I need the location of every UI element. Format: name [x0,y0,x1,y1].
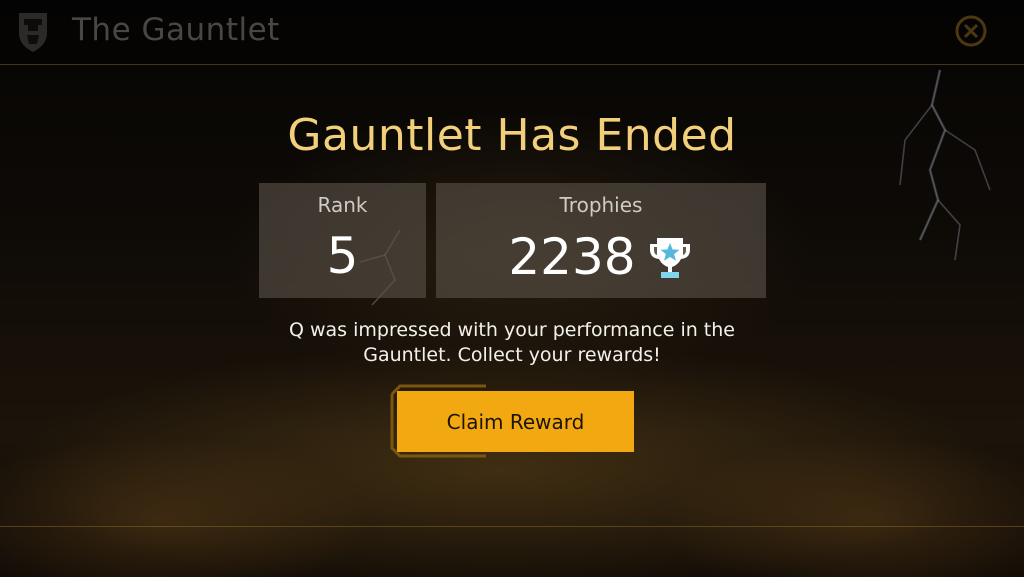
gauntlet-ended-screen: The Gauntlet Gauntlet Has Ended Rank 5 T… [0,0,1024,577]
trophies-value: 2238 [508,228,636,286]
message-line-2: Gauntlet. Collect your rewards! [363,344,661,366]
claim-reward-button[interactable]: Claim Reward [397,391,634,452]
trophy-icon [649,238,690,278]
page-title: Gauntlet Has Ended [287,110,737,161]
shield-emblem-icon [19,13,47,52]
header-bar: The Gauntlet [0,0,1024,65]
result-message: Q was impressed with your performance in… [0,318,1024,368]
bottom-divider [0,526,1024,527]
message-line-1: Q was impressed with your performance in… [288,319,735,341]
close-icon[interactable] [954,14,988,48]
trophies-label: Trophies [559,193,643,217]
rank-value: 5 [326,227,359,285]
trophies-panel: Trophies 2238 [436,183,766,298]
trophies-row: 2238 [436,227,766,287]
header-title: The Gauntlet [72,12,280,48]
rank-label: Rank [317,193,368,217]
rank-panel: Rank 5 [259,183,426,298]
